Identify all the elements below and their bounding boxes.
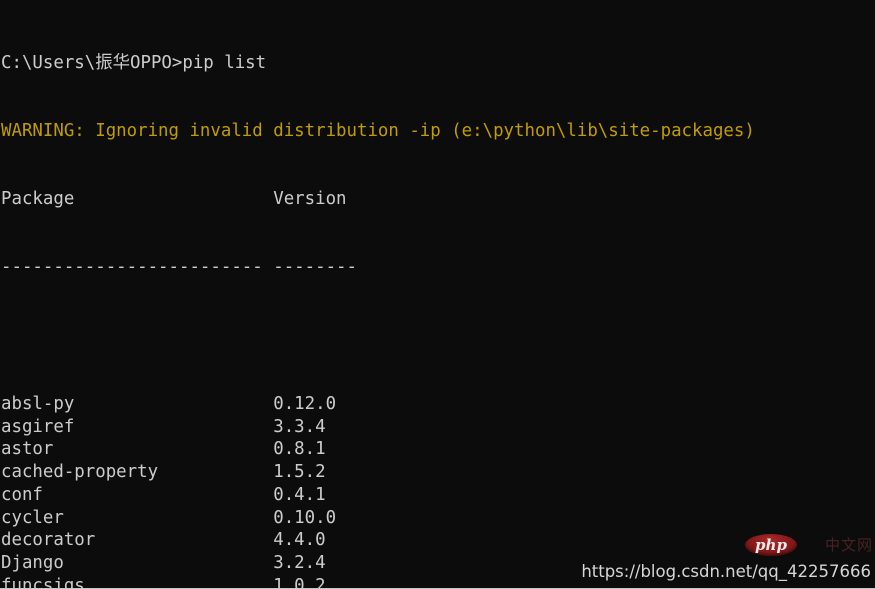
- package-version: 0.8.1: [273, 439, 325, 459]
- package-row: absl-py 0.12.0: [1, 393, 875, 416]
- package-row: cycler 0.10.0: [1, 507, 875, 530]
- package-name: Django: [1, 553, 64, 573]
- package-name: absl-py: [1, 394, 74, 414]
- package-version: 1.5.2: [273, 462, 325, 482]
- table-separator-line: ------------------------- --------: [1, 256, 875, 279]
- package-row: Django 3.2.4: [1, 552, 875, 575]
- column-gap: [53, 439, 273, 459]
- package-version: 4.4.0: [273, 530, 325, 550]
- package-version: 0.10.0: [273, 508, 336, 528]
- package-name: funcsigs: [1, 576, 85, 589]
- package-name: cached-property: [1, 462, 158, 482]
- package-name: astor: [1, 439, 53, 459]
- package-version: 1.0.2: [273, 576, 325, 589]
- package-version: 0.12.0: [273, 394, 336, 414]
- column-gap: [74, 394, 273, 414]
- package-list: absl-py 0.12.0asgiref 3.3.4astor 0.8.1ca…: [1, 393, 875, 589]
- package-name: decorator: [1, 530, 95, 550]
- package-version: 3.2.4: [273, 553, 325, 573]
- column-gap: [95, 530, 273, 550]
- blank-line: [1, 325, 875, 348]
- package-row: asgiref 3.3.4: [1, 416, 875, 439]
- package-row: conf 0.4.1: [1, 484, 875, 507]
- column-gap: [64, 553, 273, 573]
- package-row: funcsigs 1.0.2: [1, 575, 875, 589]
- package-name: conf: [1, 485, 43, 505]
- package-name: asgiref: [1, 417, 74, 437]
- terminal-window: C:\Users\振华OPPO>pip list WARNING: Ignori…: [0, 0, 875, 589]
- table-header-line: Package Version: [1, 188, 875, 211]
- column-gap: [74, 417, 273, 437]
- command-prompt-line: C:\Users\振华OPPO>pip list: [1, 52, 875, 75]
- column-gap: [64, 508, 273, 528]
- package-row: decorator 4.4.0: [1, 529, 875, 552]
- package-version: 0.4.1: [273, 485, 325, 505]
- package-version: 3.3.4: [273, 417, 325, 437]
- package-name: cycler: [1, 508, 64, 528]
- column-gap: [85, 576, 273, 589]
- console-output[interactable]: C:\Users\振华OPPO>pip list WARNING: Ignori…: [0, 0, 875, 589]
- package-row: cached-property 1.5.2: [1, 461, 875, 484]
- column-gap: [43, 485, 273, 505]
- column-gap: [158, 462, 273, 482]
- warning-line: WARNING: Ignoring invalid distribution -…: [1, 120, 875, 143]
- package-row: astor 0.8.1: [1, 438, 875, 461]
